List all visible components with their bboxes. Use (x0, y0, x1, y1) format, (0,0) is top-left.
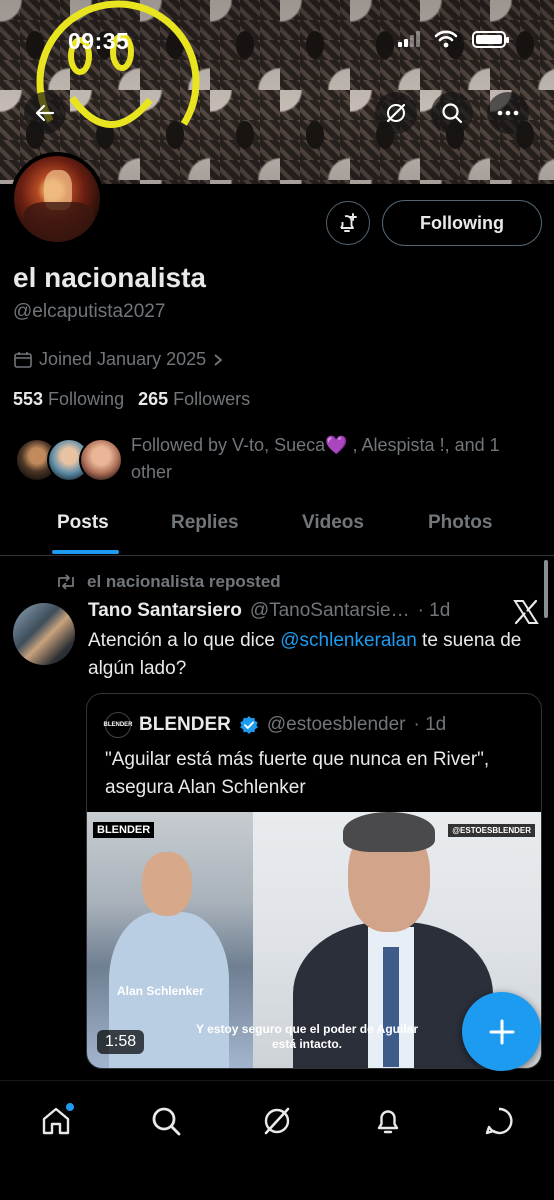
compose-button[interactable] (462, 992, 541, 1071)
post-text: Atención a lo que dice @schlenkeralan te… (88, 627, 540, 683)
status-icons (398, 30, 509, 48)
repost-icon (58, 574, 74, 590)
followers-count-link[interactable]: 265 Followers (138, 389, 250, 410)
search-icon (442, 103, 463, 124)
verified-badge-icon (240, 716, 258, 734)
nav-grok[interactable] (257, 1101, 297, 1141)
repost-label: el nacionalista reposted (87, 572, 281, 591)
quote-time: · 1d (413, 714, 447, 735)
notifications-toggle-button[interactable] (326, 201, 370, 245)
following-label: Following (48, 389, 125, 409)
post-header: Tano Santarsiero @TanoSantarsie… · 1d (88, 600, 450, 622)
video-duration: 1:58 (97, 1030, 145, 1054)
chevron-right-icon (214, 353, 223, 366)
followers-count: 265 (138, 389, 169, 409)
tab-posts[interactable]: Posts (57, 512, 109, 534)
bell-plus-icon (340, 213, 357, 232)
nav-messages[interactable] (479, 1101, 519, 1141)
quote-author-avatar[interactable]: BLENDER (104, 712, 133, 738)
quote-author-name[interactable]: BLENDER (139, 714, 231, 736)
calendar-icon (14, 351, 32, 368)
status-time: 09:35 (68, 28, 130, 54)
repost-indicator[interactable]: el nacionalista reposted (55, 572, 281, 592)
profile-avatar[interactable] (10, 152, 104, 246)
post-mention-link[interactable]: @schlenkeralan (280, 630, 417, 651)
tab-replies[interactable]: Replies (171, 512, 239, 534)
nav-notifications[interactable] (368, 1101, 408, 1141)
home-notification-dot (66, 1103, 74, 1111)
joined-text: Joined January 2025 (39, 349, 207, 369)
nav-search[interactable] (146, 1101, 186, 1141)
plus-icon (489, 1019, 514, 1044)
post-author-name[interactable]: Tano Santarsiero (88, 600, 242, 622)
x-logo-icon (513, 599, 539, 625)
more-icon (497, 110, 519, 116)
tab-videos[interactable]: Videos (302, 512, 364, 534)
active-tab-indicator (52, 550, 119, 554)
back-arrow-icon (35, 104, 55, 122)
following-count-link[interactable]: 553 Following (13, 389, 124, 410)
scrollbar[interactable] (544, 560, 548, 618)
tab-photos[interactable]: Photos (428, 512, 492, 534)
followers-label: Followers (173, 389, 251, 409)
profile-banner[interactable]: 09:35 (0, 0, 554, 184)
post-author-handle[interactable]: @TanoSantarsie… (250, 600, 410, 622)
nav-home[interactable] (36, 1101, 76, 1141)
followed-by-avatars[interactable] (15, 438, 123, 482)
grok-icon (264, 1107, 290, 1135)
following-button[interactable]: Following (382, 200, 542, 246)
follower-avatar (79, 438, 123, 482)
video-subtitle: Y estoy seguro que el poder de Aguilar e… (195, 1022, 419, 1051)
estoesblender-watermark: @ESTOESBLENDER (448, 824, 535, 837)
wifi-icon (434, 30, 458, 48)
post-time: · 1d (417, 600, 451, 621)
profile-handle: @elcaputista2027 (13, 301, 166, 322)
more-button[interactable] (487, 92, 529, 134)
signal-icon (398, 31, 420, 47)
blender-watermark: BLENDER (93, 822, 155, 838)
post-text-before: Atención a lo que dice (88, 630, 281, 651)
search-icon (152, 1107, 181, 1136)
video-name-caption: Alan Schlenker (117, 984, 204, 998)
quote-text: "Aguilar está más fuerte que nunca en Ri… (105, 749, 490, 798)
grok-button[interactable] (375, 92, 417, 134)
follow-counts: 553 Following 265 Followers (13, 389, 250, 410)
search-button[interactable] (431, 92, 473, 134)
notifications-icon (377, 1110, 399, 1134)
messages-icon (485, 1107, 513, 1135)
profile-name: el nacionalista (13, 262, 206, 293)
quote-author-handle[interactable]: @estoesblender (267, 714, 406, 736)
following-count: 553 (13, 389, 44, 409)
post-author-avatar[interactable] (13, 603, 75, 665)
back-button[interactable] (24, 92, 66, 134)
profile-tabs: Posts Replies Videos Photos (0, 500, 554, 556)
battery-icon (472, 30, 509, 48)
followed-by-text[interactable]: Followed by V-to, Sueca💜 , Alespista !, … (131, 432, 531, 486)
grok-icon (386, 103, 406, 123)
bottom-navigation (0, 1080, 554, 1200)
quote-header: BLENDER BLENDER @estoesblender · 1d (104, 712, 447, 738)
joined-date[interactable]: Joined January 2025 (13, 349, 224, 370)
